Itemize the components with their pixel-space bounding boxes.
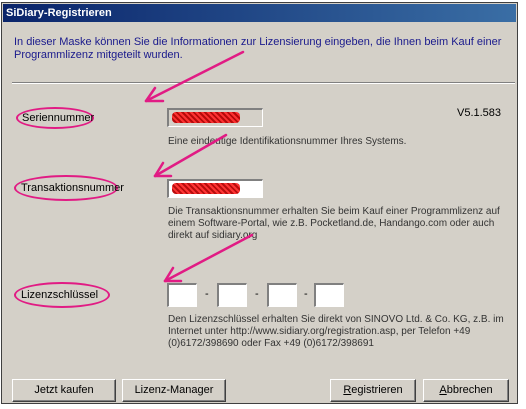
version-label: V5.1.583 — [457, 107, 502, 119]
divider — [12, 82, 515, 84]
license-separator: - — [205, 288, 209, 300]
transaction-hint: Die Transaktionsnummer erhalten Sie beim… — [168, 206, 500, 241]
serial-label: Seriennummer — [22, 112, 95, 124]
buy-now-label: Jetzt kaufen — [34, 384, 94, 396]
serial-hint: Eine eindeutige Identifikationsnummer Ih… — [168, 136, 407, 147]
intro-text: In dieser Maske können Sie die Informati… — [14, 36, 502, 61]
serial-number-field — [167, 108, 263, 127]
license-key-part-2[interactable] — [217, 283, 247, 307]
redacted-value — [172, 112, 240, 123]
transaction-label: Transaktionsnummer — [21, 182, 124, 194]
transaction-number-input[interactable] — [167, 179, 263, 198]
register-label: egistrieren — [351, 384, 403, 396]
license-key-part-1[interactable] — [167, 283, 197, 307]
license-label: Lizenzschlüssel — [21, 289, 99, 301]
license-manager-button[interactable]: Lizenz-Manager — [122, 379, 226, 402]
license-separator: - — [255, 288, 259, 300]
registration-dialog: SiDiary-Registrieren In dieser Maske kön… — [1, 2, 518, 404]
cancel-accelerator: A — [439, 384, 447, 396]
license-separator: - — [304, 288, 308, 300]
license-key-part-4[interactable] — [314, 283, 344, 307]
register-button[interactable]: Registrieren — [330, 379, 416, 402]
redacted-value — [172, 183, 240, 194]
license-hint: Den Lizenzschlüssel erhalten Sie direkt … — [168, 314, 504, 349]
buy-now-button[interactable]: Jetzt kaufen — [12, 379, 116, 402]
cancel-button[interactable]: Abbrechen — [423, 379, 509, 402]
license-key-part-3[interactable] — [267, 283, 297, 307]
cancel-label: bbrechen — [446, 384, 493, 396]
title-bar[interactable]: SiDiary-Registrieren — [3, 4, 516, 22]
license-manager-label: Lizenz-Manager — [134, 384, 214, 396]
window-title: SiDiary-Registrieren — [6, 7, 112, 19]
